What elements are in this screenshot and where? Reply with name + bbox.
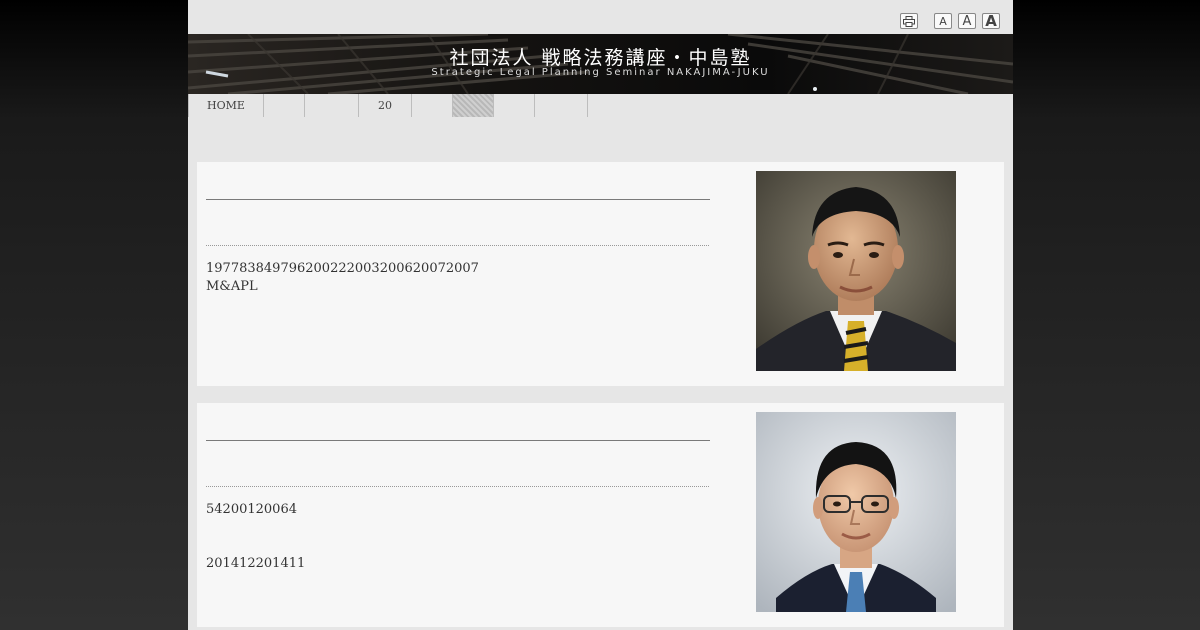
print-button[interactable] — [900, 13, 918, 29]
site-title: 社団法人 戦略法務講座・中島塾 — [449, 47, 752, 69]
header-banner: 社団法人 戦略法務講座・中島塾 Strategic Legal Planning… — [188, 34, 1013, 94]
profile-text-line: 201412201411 — [206, 556, 306, 571]
portrait-image — [756, 171, 956, 371]
dotted-divider — [206, 486, 709, 487]
heading-underline — [206, 440, 710, 441]
heading-underline — [206, 199, 710, 200]
profile-photo — [756, 171, 956, 371]
profile-card: 54200120064 201412201411 — [197, 403, 1004, 627]
site-subtitle: Strategic Legal Planning Seminar NAKAJIM… — [431, 67, 770, 78]
nav-item-4[interactable]: 20 — [359, 94, 412, 117]
font-size-small-button[interactable]: A — [934, 13, 952, 29]
utility-bar: A A A — [188, 0, 1013, 34]
nav-item-3[interactable] — [305, 94, 359, 117]
nav-item-7[interactable] — [494, 94, 535, 117]
font-size-medium-button[interactable]: A — [958, 13, 976, 29]
profile-text-line: M&APL — [206, 279, 258, 294]
printer-icon — [903, 15, 915, 27]
nav-item-8[interactable] — [535, 94, 588, 117]
profile-text-line: 19778384979620022200320062007​2007 — [206, 261, 479, 276]
nav-item-2[interactable] — [264, 94, 305, 117]
page-container: A A A 社団法人 戦略法務講座・中島塾 Strategic Legal Pl… — [188, 0, 1013, 630]
nav-item-5[interactable] — [412, 94, 453, 117]
portrait-image — [756, 412, 956, 612]
dotted-divider — [206, 245, 709, 246]
profile-card: 19778384979620022200320062007​2007 M&APL — [197, 162, 1004, 386]
profile-text-line: 54200120064 — [206, 502, 297, 517]
nav-item-6-active[interactable] — [453, 94, 494, 117]
nav-item-home[interactable]: HOME — [188, 94, 264, 117]
font-size-large-button[interactable]: A — [982, 13, 1000, 29]
profile-photo — [756, 412, 956, 612]
main-nav: HOME 20 — [188, 94, 1013, 117]
